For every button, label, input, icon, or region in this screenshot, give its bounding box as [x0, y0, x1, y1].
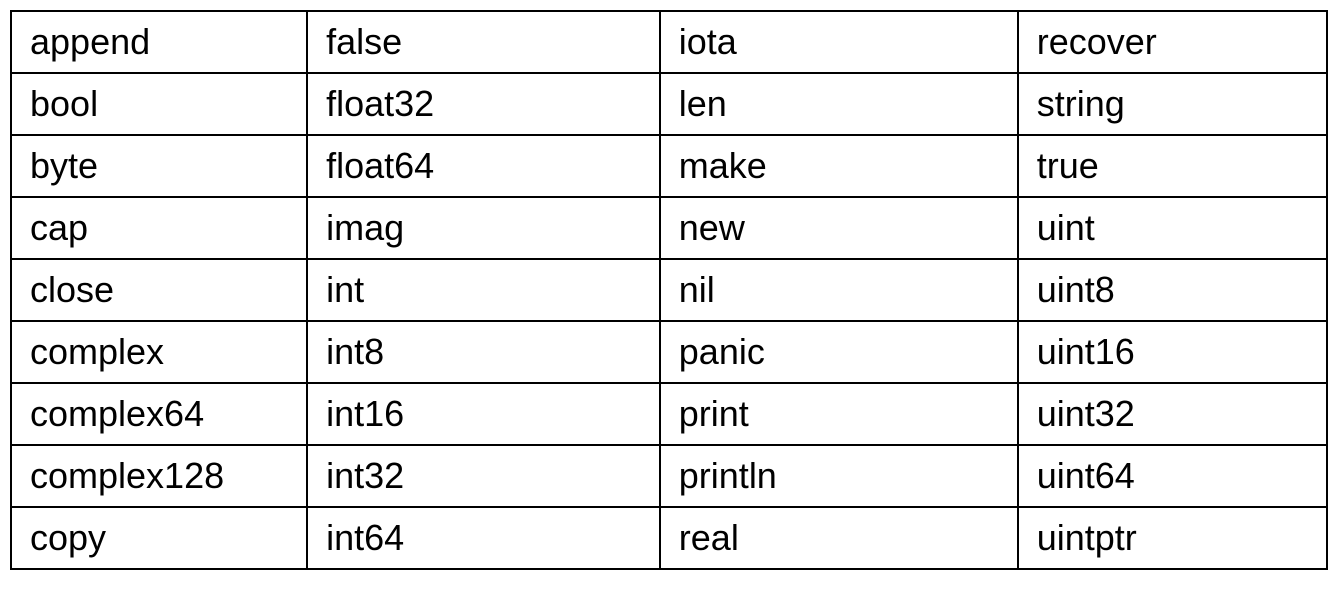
table-cell: float32 — [307, 73, 660, 135]
table-cell: real — [660, 507, 1018, 569]
table-cell: iota — [660, 11, 1018, 73]
table-cell: imag — [307, 197, 660, 259]
table-cell: uint64 — [1018, 445, 1327, 507]
table-row: complex int8 panic uint16 — [11, 321, 1327, 383]
table-cell: recover — [1018, 11, 1327, 73]
table-row: bool float32 len string — [11, 73, 1327, 135]
table-cell: true — [1018, 135, 1327, 197]
table-cell: uint — [1018, 197, 1327, 259]
table-cell: string — [1018, 73, 1327, 135]
table-row: cap imag new uint — [11, 197, 1327, 259]
table-cell: uint16 — [1018, 321, 1327, 383]
table-row: complex128 int32 println uint64 — [11, 445, 1327, 507]
table-cell: print — [660, 383, 1018, 445]
table-row: append false iota recover — [11, 11, 1327, 73]
table-cell: append — [11, 11, 307, 73]
table-cell: panic — [660, 321, 1018, 383]
table-cell: uintptr — [1018, 507, 1327, 569]
table-cell: int8 — [307, 321, 660, 383]
table-cell: bool — [11, 73, 307, 135]
table-cell: int16 — [307, 383, 660, 445]
table-cell: complex128 — [11, 445, 307, 507]
table-cell: make — [660, 135, 1018, 197]
table-cell: false — [307, 11, 660, 73]
table-cell: uint32 — [1018, 383, 1327, 445]
table-cell: nil — [660, 259, 1018, 321]
table-cell: len — [660, 73, 1018, 135]
table-cell: cap — [11, 197, 307, 259]
table-row: complex64 int16 print uint32 — [11, 383, 1327, 445]
table-row: close int nil uint8 — [11, 259, 1327, 321]
table-cell: byte — [11, 135, 307, 197]
table-cell: complex64 — [11, 383, 307, 445]
table-cell: int64 — [307, 507, 660, 569]
table-cell: copy — [11, 507, 307, 569]
table-cell: complex — [11, 321, 307, 383]
identifiers-table: append false iota recover bool float32 l… — [10, 10, 1328, 570]
table-cell: uint8 — [1018, 259, 1327, 321]
table-cell: int — [307, 259, 660, 321]
table-row: copy int64 real uintptr — [11, 507, 1327, 569]
table-cell: println — [660, 445, 1018, 507]
table-row: byte float64 make true — [11, 135, 1327, 197]
table-cell: close — [11, 259, 307, 321]
table-cell: float64 — [307, 135, 660, 197]
table-cell: int32 — [307, 445, 660, 507]
table-cell: new — [660, 197, 1018, 259]
